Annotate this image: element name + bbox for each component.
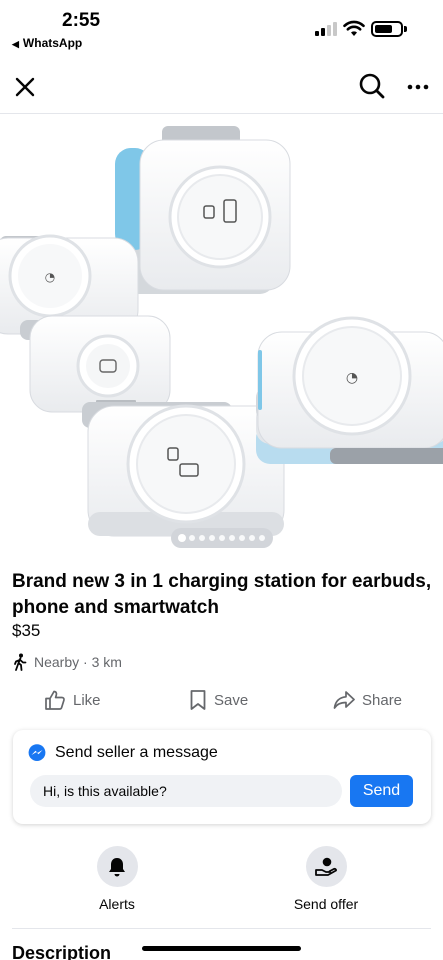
close-icon[interactable] bbox=[12, 74, 38, 100]
message-input[interactable] bbox=[30, 775, 342, 807]
thumbs-up-icon bbox=[45, 690, 65, 710]
carousel-dot[interactable] bbox=[219, 535, 225, 541]
svg-text:◔: ◔ bbox=[346, 370, 358, 386]
send-offer-button[interactable]: Send offer bbox=[271, 846, 381, 912]
status-time: 2:55 bbox=[62, 10, 101, 31]
back-arrow-icon: ◀ bbox=[12, 39, 19, 49]
description-divider bbox=[12, 928, 431, 929]
share-arrow-icon bbox=[333, 691, 355, 709]
home-indicator[interactable] bbox=[142, 946, 301, 951]
carousel-dot[interactable] bbox=[209, 535, 215, 541]
cellular-signal-icon bbox=[315, 22, 337, 36]
messenger-icon bbox=[28, 744, 46, 761]
save-button[interactable]: Save bbox=[189, 686, 248, 714]
wifi-icon bbox=[343, 20, 365, 36]
carousel-dot[interactable] bbox=[239, 535, 245, 541]
product-image[interactable]: ◔ ◔ bbox=[0, 114, 443, 557]
top-navigation bbox=[0, 62, 443, 114]
walking-person-icon bbox=[14, 653, 27, 671]
listing-title: Brand new 3 in 1 charging station for ea… bbox=[12, 571, 432, 618]
carousel-dot[interactable] bbox=[249, 535, 255, 541]
send-offer-label: Send offer bbox=[293, 896, 359, 912]
back-app-label: WhatsApp bbox=[22, 36, 83, 50]
share-button[interactable]: Share bbox=[333, 686, 402, 714]
message-heading: Send seller a message bbox=[55, 744, 218, 761]
more-horizontal-icon[interactable] bbox=[405, 74, 431, 100]
battery-level bbox=[375, 25, 392, 33]
hand-offer-icon bbox=[315, 857, 337, 876]
carousel-dot[interactable] bbox=[199, 535, 205, 541]
carousel-dot[interactable] bbox=[259, 535, 265, 541]
alerts-button[interactable]: Alerts bbox=[62, 846, 172, 912]
message-seller-card: Send seller a message Send bbox=[13, 730, 431, 824]
send-offer-icon-circle bbox=[305, 846, 347, 887]
like-button[interactable]: Like bbox=[44, 686, 101, 714]
alerts-label: Alerts bbox=[99, 896, 135, 912]
carousel-dot[interactable] bbox=[189, 535, 195, 541]
status-bar: 2:55 ◀ WhatsApp bbox=[0, 0, 443, 56]
send-message-button[interactable]: Send bbox=[350, 775, 413, 807]
save-label: Save bbox=[214, 691, 249, 709]
like-label: Like bbox=[73, 691, 101, 709]
battery-tip bbox=[404, 26, 407, 32]
battery-icon bbox=[371, 21, 403, 37]
search-icon[interactable] bbox=[358, 72, 386, 100]
description-heading: Description bbox=[12, 943, 112, 960]
location-text: Nearby · 3 km bbox=[34, 654, 122, 670]
image-carousel-indicator[interactable] bbox=[171, 528, 273, 548]
alerts-icon-circle bbox=[96, 846, 138, 887]
charging-station-illustration: ◔ ◔ bbox=[0, 126, 443, 537]
back-to-app-link[interactable]: ◀ WhatsApp bbox=[12, 36, 82, 50]
listing-price: $35 bbox=[12, 621, 41, 640]
listing-actions: Like Save Share bbox=[0, 686, 443, 714]
message-card-header: Send seller a message bbox=[28, 744, 218, 762]
svg-text:◔: ◔ bbox=[45, 270, 55, 284]
carousel-dot[interactable] bbox=[179, 535, 185, 541]
share-label: Share bbox=[362, 691, 403, 709]
listing-location: Nearby · 3 km bbox=[12, 652, 122, 672]
bell-icon bbox=[109, 857, 125, 876]
carousel-dot[interactable] bbox=[229, 535, 235, 541]
bookmark-icon bbox=[190, 690, 206, 710]
